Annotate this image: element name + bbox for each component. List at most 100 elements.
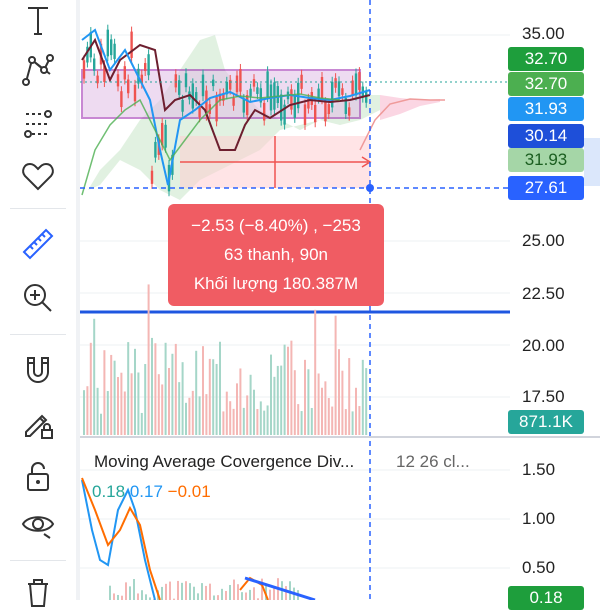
lock-drawing-tool-button[interactable]: [14, 404, 62, 444]
macd-value: 0.18: [92, 482, 126, 501]
volume-bar: [348, 358, 351, 435]
candle-body: [232, 97, 235, 106]
volume-bar: [222, 411, 225, 435]
histogram-bar: [129, 586, 131, 600]
volume-bar: [205, 394, 208, 435]
volume-bar: [171, 353, 174, 435]
volume-bar: [103, 350, 106, 435]
pattern-tool-button[interactable]: [14, 50, 62, 90]
magnet-tool-button[interactable]: [14, 350, 62, 390]
trash-icon: [28, 579, 48, 607]
volume-bar: [147, 284, 150, 435]
volume-bar: [106, 391, 109, 435]
magnet-icon: [27, 357, 49, 383]
macd-values: 0.18 0.17 −0.01: [92, 482, 211, 502]
volume-bar: [188, 397, 191, 435]
histogram-bar: [253, 587, 255, 600]
candle-body: [184, 73, 188, 88]
candle-body: [351, 80, 354, 96]
volume-bar: [185, 402, 187, 435]
heart-icon: [22, 162, 54, 191]
candle-body: [263, 102, 266, 121]
histogram-bar: [145, 594, 147, 600]
volume-bar: [229, 401, 232, 435]
candle-body: [242, 99, 245, 113]
candle-body: [116, 74, 120, 87]
volume-bar: [253, 389, 255, 435]
macd-indicator-title[interactable]: Moving Average Covergence Div...: [94, 452, 354, 472]
volume-bar: [290, 340, 293, 435]
volume-bar: [256, 409, 259, 435]
fib-tool-button[interactable]: [14, 104, 62, 144]
volume-bar: [280, 365, 283, 435]
candle-body: [235, 75, 239, 93]
histogram-bar: [221, 588, 223, 600]
price-label-20: 20.00: [522, 336, 565, 355]
text-tool-button[interactable]: [14, 0, 62, 40]
histogram-bar: [169, 581, 171, 600]
histogram-bar: [245, 592, 247, 600]
price-badge-high: 32.70: [508, 47, 584, 71]
candle-body: [133, 84, 137, 102]
histogram-bar: [161, 586, 163, 600]
volume-bar: [263, 410, 266, 435]
volume-bar: [134, 348, 136, 435]
candle-body: [127, 79, 130, 94]
volume-bar: [246, 395, 249, 435]
histogram-bar: [109, 585, 111, 600]
candle-body: [290, 89, 293, 110]
candle-body: [314, 104, 317, 123]
candle-body: [256, 87, 259, 94]
lock-tool-button[interactable]: [14, 456, 62, 496]
macd-label-1-5: 1.50: [522, 460, 556, 479]
volume-bar: [168, 367, 170, 435]
macd-trendline[interactable]: [244, 576, 316, 600]
zoom-in-tool-button[interactable]: [14, 278, 62, 318]
volume-bar: [249, 374, 252, 435]
volume-badge: 871.1K: [508, 410, 584, 434]
volume-bar: [127, 342, 130, 435]
volume-bar: [310, 407, 313, 435]
volume-bar: [239, 368, 242, 435]
price-badge-crosshair: 27.61: [508, 176, 584, 200]
histogram-bar: [133, 579, 135, 600]
volume-bar: [225, 391, 228, 435]
volume-bar: [293, 370, 296, 435]
histogram-bar: [125, 582, 127, 600]
volume-bar: [314, 309, 317, 435]
volume-bar: [297, 404, 300, 435]
zoom-in-icon: [24, 284, 52, 312]
volume-bar: [259, 401, 262, 435]
volume-bar: [157, 374, 160, 435]
candle-body: [337, 81, 341, 97]
delete-tool-button[interactable]: [14, 572, 62, 612]
volume-bar: [232, 408, 235, 435]
volume-bar: [144, 364, 147, 435]
histogram-bar: [237, 584, 239, 600]
volume-bar: [331, 406, 334, 435]
volume-bar: [341, 370, 344, 435]
candle-body: [130, 31, 133, 58]
volume-bar: [317, 373, 320, 435]
measure-tool-button[interactable]: [14, 224, 62, 264]
price-badge-ma-dark: 30.14: [508, 124, 584, 148]
eye-icon: [21, 516, 55, 539]
histogram-bar: [181, 582, 183, 600]
histogram-bar: [209, 583, 211, 600]
candle-body: [212, 79, 215, 87]
volume-bar: [242, 407, 245, 435]
macd-indicator-params: 12 26 cl...: [396, 452, 470, 471]
visibility-tool-button[interactable]: [14, 504, 62, 544]
histogram-bar: [137, 593, 139, 600]
volume-bar: [324, 381, 327, 435]
volume-bar: [287, 346, 289, 435]
candle-body: [229, 79, 232, 90]
favorite-tool-button[interactable]: [14, 156, 62, 196]
volume-bar: [365, 368, 368, 435]
candle-body: [181, 99, 184, 112]
candle-body: [266, 71, 269, 98]
volume-bar: [355, 387, 357, 435]
fib-retracement-icon: [24, 110, 52, 138]
histogram-bar: [225, 590, 227, 600]
volume-bar: [202, 346, 204, 435]
